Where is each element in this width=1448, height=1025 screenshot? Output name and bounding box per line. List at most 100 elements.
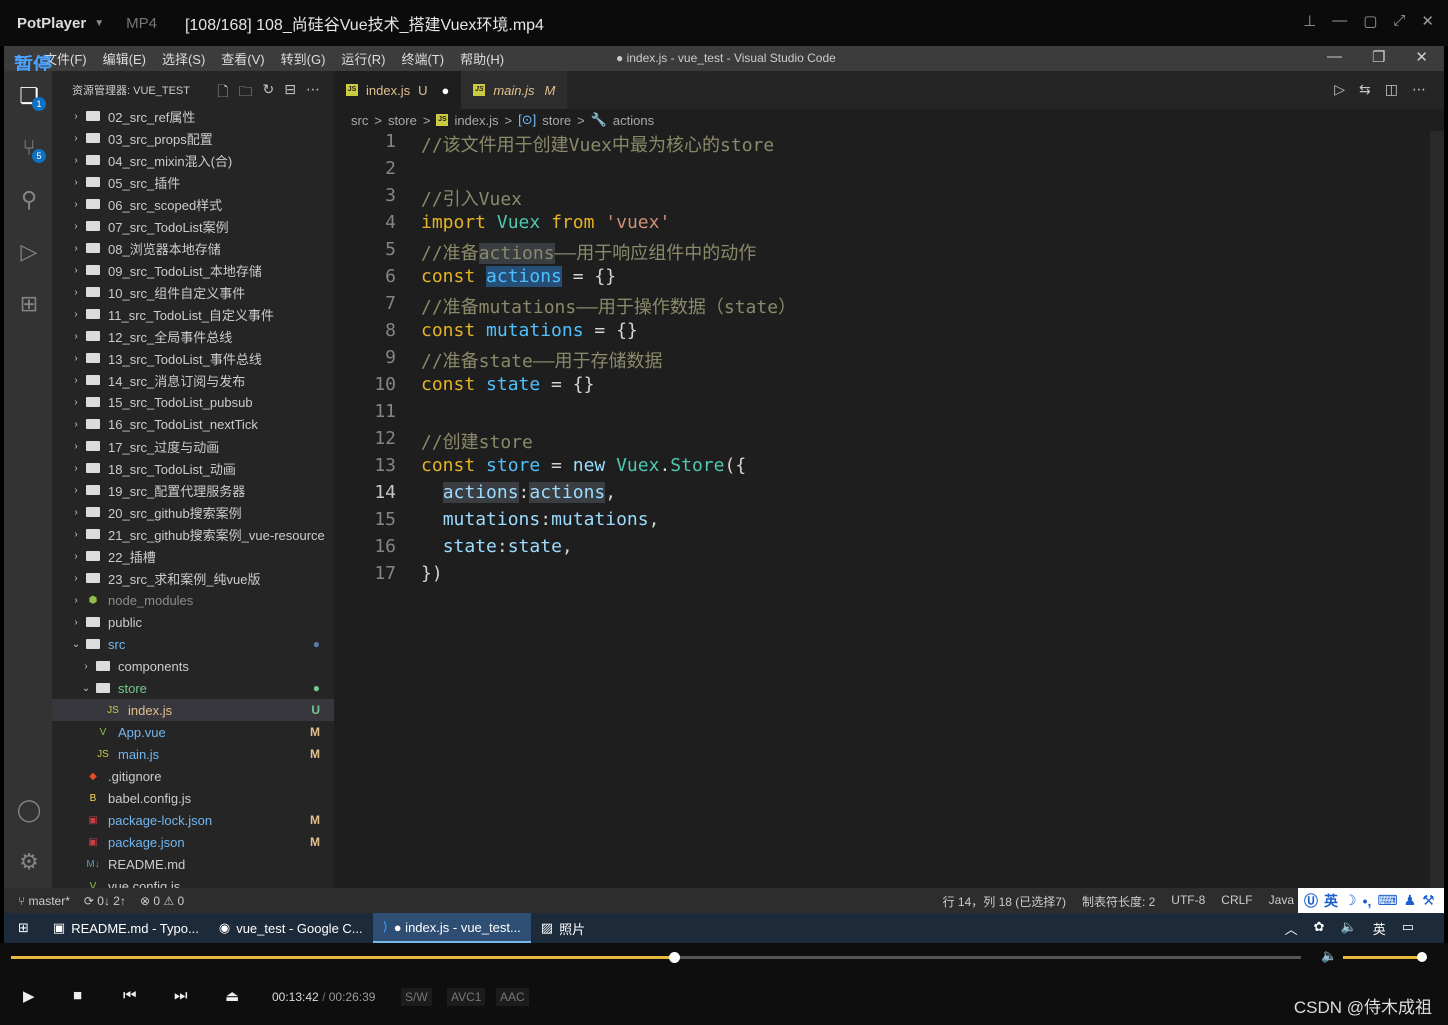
source-control-icon[interactable]: ⑂ 5 xyxy=(16,135,46,163)
tab-size[interactable]: 制表符长度: 2 xyxy=(1082,893,1155,910)
tree-item[interactable]: › 17_src_过度与动画 xyxy=(52,435,334,457)
tree-item[interactable]: › 07_src_TodoList案例 xyxy=(52,215,334,237)
cursor-position[interactable]: 行 14，列 18 (已选择7) xyxy=(943,893,1066,910)
split-editor-icon[interactable]: ◫ xyxy=(1385,81,1398,98)
tree-item[interactable]: › ⬢ node_modules xyxy=(52,589,334,611)
minimize-icon[interactable]: — xyxy=(1332,12,1347,30)
tab-main-js[interactable]: JS main.js M xyxy=(461,71,568,109)
sync-status[interactable]: ⟳ 0↓ 2↑ xyxy=(84,894,126,908)
codec-tag[interactable]: AVC1 xyxy=(447,988,486,1006)
editor-scrollbar[interactable] xyxy=(1430,131,1444,888)
crumb-store[interactable]: store xyxy=(388,113,417,128)
refresh-icon[interactable]: ↻ xyxy=(263,81,275,105)
codec-tag[interactable]: S/W xyxy=(401,988,432,1006)
unsaved-dot[interactable]: ● xyxy=(441,83,449,98)
crumb-store-var[interactable]: store xyxy=(542,113,571,128)
tree-item[interactable]: › 16_src_TodoList_nextTick xyxy=(52,413,334,435)
volume-slider[interactable] xyxy=(1343,952,1427,962)
crumb-actions[interactable]: actions xyxy=(613,113,654,128)
wrench-icon[interactable]: ⚒ xyxy=(1422,892,1435,909)
tree-item[interactable]: › 20_src_github搜索案例 xyxy=(52,501,334,523)
compare-icon[interactable]: ⇆ xyxy=(1359,81,1371,98)
seek-handle[interactable] xyxy=(669,952,681,963)
new-file-icon[interactable]: 🗋 xyxy=(217,81,228,105)
player-app-name[interactable]: PotPlayer xyxy=(17,15,86,32)
chevron-down-icon[interactable]: ▼ xyxy=(94,18,104,29)
tree-item[interactable]: › 03_src_props配置 xyxy=(52,127,334,149)
previous-icon[interactable]: ⏮ xyxy=(123,987,137,1004)
tree-item[interactable]: › 14_src_消息订阅与发布 xyxy=(52,369,334,391)
menu-selection[interactable]: 选择(S) xyxy=(162,49,205,68)
taskbar-item-typora[interactable]: ▣ README.md - Typo... xyxy=(43,913,209,943)
ime-toolbar[interactable]: Ⓤ 英 ☽ •, ⌨ ♟ ⚒ xyxy=(1298,888,1444,913)
tree-item[interactable]: › 09_src_TodoList_本地存储 xyxy=(52,259,334,281)
eject-icon[interactable]: ⏏ xyxy=(225,987,239,1005)
gear-icon[interactable]: ⚙ xyxy=(16,849,42,875)
tab-index-js[interactable]: JS index.js U ● xyxy=(334,71,462,109)
seek-bar[interactable] xyxy=(11,952,1301,963)
volume-icon[interactable]: 🔈 xyxy=(1321,948,1337,964)
tree-item[interactable]: ⌄ store ● xyxy=(52,677,334,699)
menu-help[interactable]: 帮助(H) xyxy=(460,49,504,68)
tree-item[interactable]: ◆ .gitignore xyxy=(52,765,334,787)
encoding[interactable]: UTF-8 xyxy=(1171,893,1205,910)
volume-handle[interactable] xyxy=(1417,952,1427,962)
restore-icon[interactable]: ❐ xyxy=(1372,48,1385,66)
pin-icon[interactable]: ⊥ xyxy=(1303,12,1316,30)
tray-ime[interactable]: 英 xyxy=(1373,919,1386,938)
tree-item[interactable]: › 22_插槽 xyxy=(52,545,334,567)
tree-item[interactable]: › 15_src_TodoList_pubsub xyxy=(52,391,334,413)
flower-icon[interactable]: ✿ xyxy=(1314,919,1325,938)
user-icon[interactable]: ♟ xyxy=(1404,892,1417,909)
language-mode[interactable]: Java xyxy=(1269,893,1294,910)
close-icon[interactable]: ✕ xyxy=(1415,48,1428,66)
tree-item[interactable]: M↓ README.md xyxy=(52,853,334,875)
moon-icon[interactable]: ☽ xyxy=(1344,892,1357,909)
tree-item[interactable]: ▣ package.json M xyxy=(52,831,334,853)
tree-item[interactable]: › 12_src_全局事件总线 xyxy=(52,325,334,347)
menu-edit[interactable]: 编辑(E) xyxy=(103,49,146,68)
crumb-src[interactable]: src xyxy=(351,113,368,128)
next-icon[interactable]: ⏭ xyxy=(174,987,188,1004)
stop-icon[interactable]: ■ xyxy=(73,987,82,1004)
codec-tag[interactable]: AAC xyxy=(496,988,529,1006)
explorer-icon[interactable]: ❏ 1 xyxy=(16,83,46,111)
tree-item[interactable]: Bbabel.config.js xyxy=(52,787,334,809)
collapse-icon[interactable]: ⊟ xyxy=(284,81,296,105)
speaker-icon[interactable]: 🔈 xyxy=(1341,919,1357,938)
taskbar-item-vscode[interactable]: ⟩ ● index.js - vue_test... xyxy=(372,913,531,943)
tree-item[interactable]: › 05_src_插件 xyxy=(52,171,334,193)
tree-item[interactable]: › 04_src_mixin混入(合) xyxy=(52,149,334,171)
eol[interactable]: CRLF xyxy=(1221,893,1252,910)
tree-item[interactable]: ⌄ src ● xyxy=(52,633,334,655)
tree-item[interactable]: › 13_src_TodoList_事件总线 xyxy=(52,347,334,369)
tree-item[interactable]: JS index.js U xyxy=(52,699,334,721)
chevron-up-icon[interactable]: ︿ xyxy=(1285,919,1298,938)
menu-terminal[interactable]: 终端(T) xyxy=(401,49,444,68)
more-icon[interactable]: ⋯ xyxy=(1412,81,1426,98)
tree-item[interactable]: › 11_src_TodoList_自定义事件 xyxy=(52,303,334,325)
fullscreen-icon[interactable]: ⤢ xyxy=(1393,12,1405,30)
tree-item[interactable]: › 21_src_github搜索案例_vue-resource xyxy=(52,523,334,545)
tree-item[interactable]: JS main.js M xyxy=(52,743,334,765)
menu-view[interactable]: 查看(V) xyxy=(221,49,264,68)
menu-go[interactable]: 转到(G) xyxy=(281,49,326,68)
tree-item[interactable]: › 02_src_ref属性 xyxy=(52,105,334,127)
tree-item[interactable]: › 18_src_TodoList_动画 xyxy=(52,457,334,479)
menu-run[interactable]: 运行(R) xyxy=(341,49,385,68)
tree-item[interactable]: › 06_src_scoped样式 xyxy=(52,193,334,215)
play-icon[interactable]: ▶ xyxy=(23,987,35,1005)
crumb-index-js[interactable]: index.js xyxy=(454,113,498,128)
start-button[interactable]: ⊞ xyxy=(4,913,43,943)
tree-item[interactable]: V App.vue M xyxy=(52,721,334,743)
extensions-icon[interactable]: ⊞ xyxy=(16,291,42,317)
punct-icon[interactable]: •, xyxy=(1363,893,1372,909)
ime-lang[interactable]: 英 xyxy=(1324,891,1338,911)
taskbar-item-photos[interactable]: ▨ 照片 xyxy=(531,913,595,943)
run-debug-icon[interactable]: ▷ xyxy=(16,239,42,265)
branch-status[interactable]: ⑂ master* xyxy=(18,894,70,908)
minimize-icon[interactable]: — xyxy=(1327,48,1342,66)
tree-item[interactable]: › 19_src_配置代理服务器 xyxy=(52,479,334,501)
tree-item[interactable]: › 08_浏览器本地存储 xyxy=(52,237,334,259)
tree-item[interactable]: › 10_src_组件自定义事件 xyxy=(52,281,334,303)
